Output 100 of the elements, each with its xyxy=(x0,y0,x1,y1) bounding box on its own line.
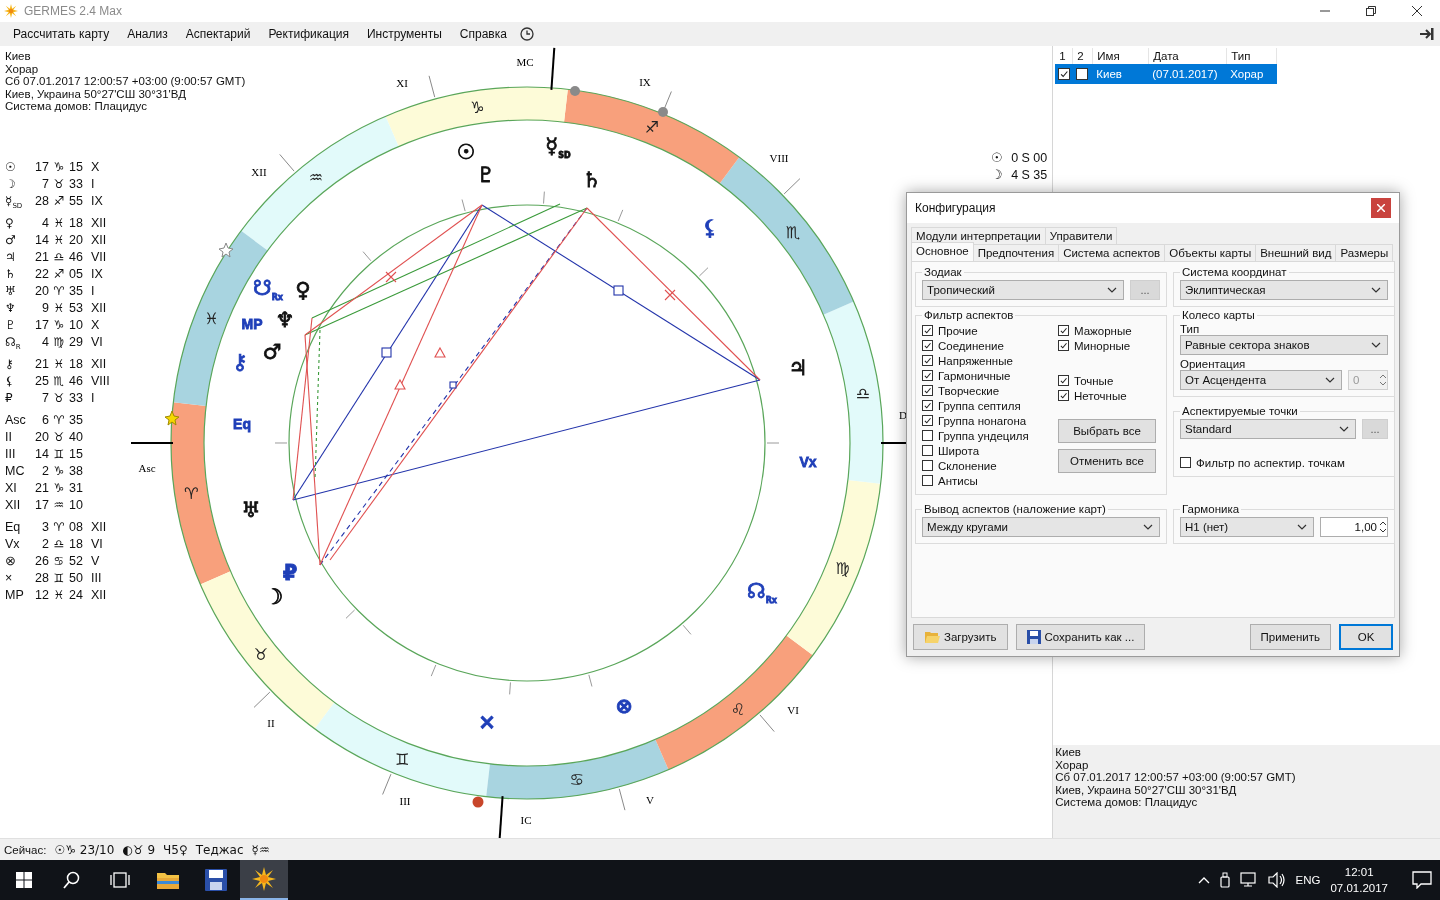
house-number: XII xyxy=(91,231,108,249)
tab[interactable]: Объекты карты xyxy=(1164,244,1257,261)
action-button[interactable]: Выбрать все xyxy=(1058,419,1156,443)
chevron-up-icon[interactable] xyxy=(1197,876,1210,884)
menu-item[interactable]: Анализ xyxy=(118,27,177,41)
harmonic-dropdown[interactable]: H1 (нет) xyxy=(1180,517,1314,537)
checkbox-label: Точные xyxy=(1074,374,1114,387)
menu-item[interactable]: Инструменты xyxy=(357,27,451,41)
table-cell[interactable]: (07.01.2017) xyxy=(1149,64,1228,84)
taskbar-app[interactable] xyxy=(240,860,288,900)
checkbox[interactable] xyxy=(1058,390,1069,401)
points-dropdown[interactable]: Standard xyxy=(1180,419,1356,439)
volume-icon[interactable] xyxy=(1267,872,1286,888)
checkbox[interactable] xyxy=(922,475,933,486)
output-dropdown[interactable]: Между кругами xyxy=(922,517,1160,537)
sun-icon xyxy=(252,867,276,891)
degree: 17 xyxy=(34,497,49,515)
star-icon xyxy=(164,410,180,426)
sign-symbol: ♒ xyxy=(52,497,66,515)
checkbox[interactable] xyxy=(1058,68,1071,80)
tab[interactable]: Управители xyxy=(1044,227,1118,244)
checkbox[interactable] xyxy=(922,385,933,396)
zodiac-dropdown[interactable]: Тропический xyxy=(922,280,1124,300)
wheel-type-dropdown[interactable]: Равные сектора знаков xyxy=(1180,335,1388,355)
dialog-button[interactable]: Загрузить xyxy=(913,624,1008,650)
dialog-button[interactable]: Применить xyxy=(1249,624,1331,650)
house-cusp-tick xyxy=(279,153,295,172)
house-label: III xyxy=(399,795,411,807)
house-cusp-tick xyxy=(382,773,392,795)
checkbox[interactable] xyxy=(922,340,933,351)
coordinate-dropdown[interactable]: Эклиптическая xyxy=(1180,280,1388,300)
action-button[interactable]: Отменить все xyxy=(1058,449,1156,473)
search-icon xyxy=(63,871,81,889)
orientation-dropdown[interactable]: От Асцендента xyxy=(1180,370,1342,390)
tab[interactable]: Внешний вид xyxy=(1255,244,1337,261)
degree: 22 xyxy=(34,265,49,283)
usb-drive-icon[interactable] xyxy=(1219,872,1230,888)
dialog-button[interactable]: OK xyxy=(1339,624,1393,650)
checkbox[interactable] xyxy=(922,430,933,441)
checkbox-label: Соединение xyxy=(938,339,1004,352)
minutes: 46 xyxy=(69,373,84,391)
sign-symbol: ♈ xyxy=(52,282,66,300)
notification-icon[interactable] xyxy=(1412,871,1432,889)
more-button[interactable]: ... xyxy=(1362,419,1388,439)
checkbox[interactable] xyxy=(922,400,933,411)
checkbox[interactable] xyxy=(922,415,933,426)
status-item: ☿♒ xyxy=(251,842,270,857)
checkbox[interactable] xyxy=(1058,375,1069,386)
table-cell[interactable]: Киев xyxy=(1093,64,1150,84)
dialog-button[interactable]: Сохранить как ... xyxy=(1015,624,1146,650)
language-indicator[interactable]: ENG xyxy=(1295,874,1321,886)
degree: 4 xyxy=(41,214,49,232)
network-icon[interactable] xyxy=(1239,872,1258,888)
degree: 25 xyxy=(34,373,49,391)
point-symbol: ♂ xyxy=(5,231,17,249)
checkbox[interactable] xyxy=(1180,457,1191,468)
close-button[interactable] xyxy=(1371,198,1391,218)
point-symbol: ♄ xyxy=(5,265,17,283)
tab[interactable]: Размеры xyxy=(1335,244,1394,261)
collapse-panel-icon[interactable] xyxy=(1420,28,1434,40)
checkbox[interactable] xyxy=(1058,325,1069,336)
checkbox[interactable] xyxy=(1076,68,1089,80)
menu-item[interactable]: Аспектарий xyxy=(176,27,260,41)
point-symbol: ♆ xyxy=(5,299,17,317)
status-item: ◐♉ 9 xyxy=(122,842,156,857)
status-label: Сейчас: xyxy=(4,843,47,856)
sign-glyph: ♏ xyxy=(785,223,801,243)
checkbox[interactable] xyxy=(922,445,933,456)
sign-symbol: ♓ xyxy=(52,231,66,249)
tab[interactable]: Основное xyxy=(911,242,974,261)
checkbox[interactable] xyxy=(922,355,933,366)
status-item: Ч5♀ xyxy=(163,842,188,857)
chart-point-symbol: ♀ xyxy=(295,279,311,301)
menu-item[interactable]: Рассчитать карту xyxy=(4,27,119,41)
checkbox[interactable] xyxy=(922,460,933,471)
task-view-icon xyxy=(110,872,130,888)
checkbox[interactable] xyxy=(922,370,933,381)
menu-item[interactable]: Справка xyxy=(450,27,516,41)
clock-time[interactable]: 12:01 xyxy=(1330,864,1388,880)
house-number: VI xyxy=(91,536,104,554)
table-cell[interactable]: Хорар xyxy=(1227,64,1278,84)
clock-date[interactable]: 07.01.2017 xyxy=(1330,880,1388,896)
tab[interactable]: Модули интерпретации xyxy=(911,227,1046,244)
minutes: 52 xyxy=(69,553,84,571)
sign-symbol: ♑ xyxy=(52,480,66,498)
clock-icon[interactable] xyxy=(519,27,534,41)
checkbox[interactable] xyxy=(1058,340,1069,351)
point-symbol: ☽ xyxy=(5,175,17,193)
tab[interactable]: Предпочтения xyxy=(972,244,1060,261)
degree: 4 xyxy=(41,333,49,351)
factor-spinbox[interactable]: 1,00 xyxy=(1320,517,1388,537)
house-number: VIII xyxy=(91,373,110,391)
chart-point-symbol: ♄ xyxy=(582,169,602,191)
more-button[interactable]: ... xyxy=(1130,280,1160,300)
checkbox[interactable] xyxy=(922,325,933,336)
sign-symbol: ♍ xyxy=(52,333,66,351)
degree: 17 xyxy=(34,158,49,176)
menu-item[interactable]: Ректификация xyxy=(259,27,358,41)
sign-glyph: ♍ xyxy=(835,558,850,578)
degree: 20 xyxy=(34,282,49,300)
